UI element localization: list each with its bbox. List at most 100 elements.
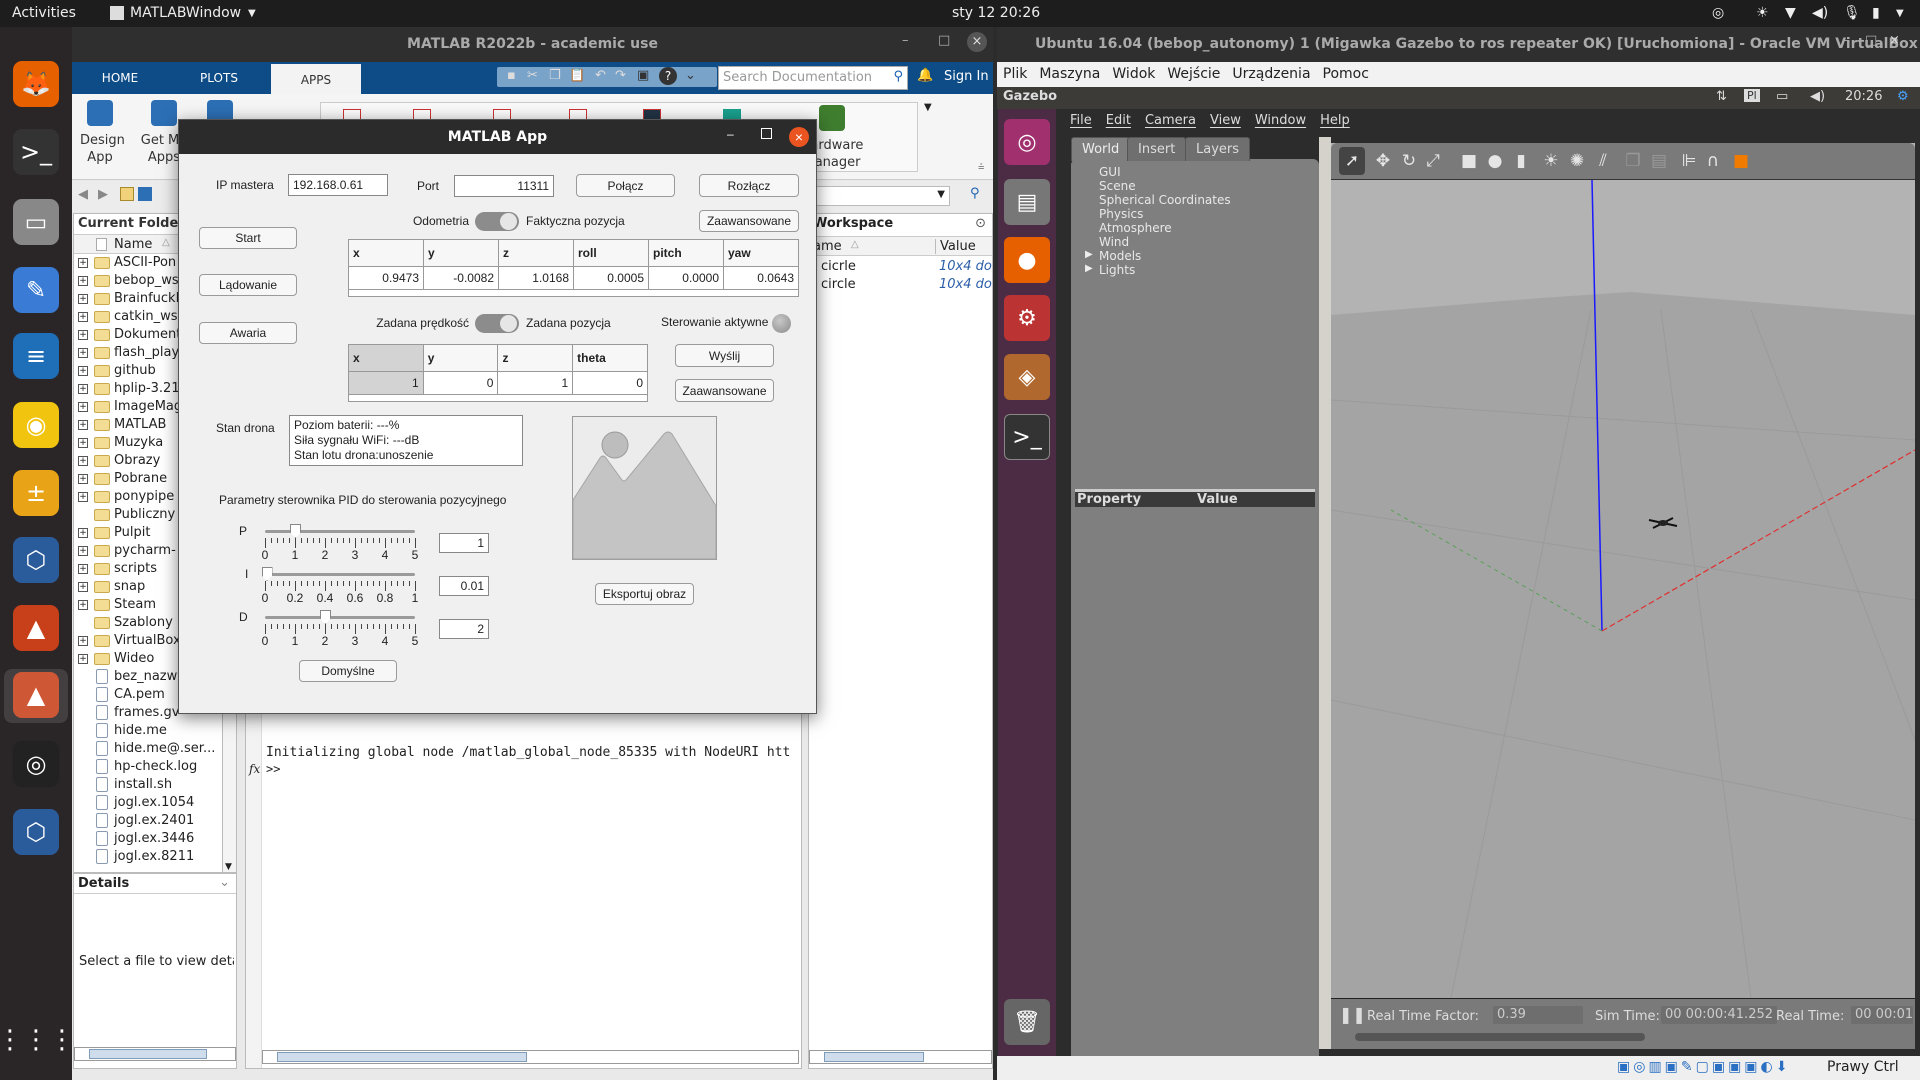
expand-icon[interactable]: + <box>78 420 88 430</box>
file-row[interactable]: hide.me@.ser... <box>74 740 222 758</box>
ws-value-column[interactable]: Value <box>935 239 976 254</box>
trash-icon[interactable]: 🗑 <box>1004 999 1050 1045</box>
table-cell[interactable]: 0.0000 <box>648 266 724 290</box>
calculator-icon[interactable]: ± <box>13 470 59 516</box>
emergency-button[interactable]: Awaria <box>199 322 297 344</box>
slider-value-field[interactable]: 1 <box>439 533 489 553</box>
writer-icon[interactable]: ≡ <box>13 333 59 379</box>
activities-button[interactable]: Activities <box>12 5 76 21</box>
rhythmbox-icon[interactable]: ◉ <box>13 402 59 448</box>
table-column-header[interactable]: y <box>422 344 499 372</box>
tree-item[interactable]: GUI <box>1099 165 1121 179</box>
expand-icon[interactable]: + <box>78 312 88 322</box>
workspace-row[interactable]: cicrle 10x4 do <box>809 258 992 276</box>
drone-status-textarea[interactable]: Poziom baterii: ---% Siła sygnału WiFi: … <box>289 415 523 466</box>
sphere-shape-icon[interactable]: ● <box>1485 151 1505 171</box>
guest-clock[interactable]: 20:26 <box>1845 89 1882 104</box>
expand-icon[interactable]: + <box>78 600 88 610</box>
translate-mode-icon[interactable]: ✥ <box>1373 151 1393 171</box>
address-dropdown-icon[interactable]: ▼ <box>937 189 945 200</box>
obs-icon[interactable]: ◎ <box>13 741 59 787</box>
undo-icon[interactable]: ↶ <box>595 68 606 83</box>
panel-splitter[interactable] <box>1319 137 1331 1049</box>
redo-icon[interactable]: ↷ <box>615 68 626 83</box>
slider-value-field[interactable]: 0.01 <box>439 576 489 596</box>
advanced-setpoint-button[interactable]: Zaawansowane <box>675 379 774 402</box>
up-folder-icon[interactable] <box>120 187 134 201</box>
file-row[interactable]: hide.me <box>74 722 222 740</box>
file-row[interactable]: hp-check.log <box>74 758 222 776</box>
battery-icon[interactable]: ▮ <box>1872 5 1880 21</box>
tree-item[interactable]: Spherical Coordinates <box>1099 193 1231 207</box>
table-column-header[interactable]: pitch <box>648 239 724 267</box>
expand-icon[interactable]: + <box>78 276 88 286</box>
menu-pomoc[interactable]: Pomoc <box>1323 66 1369 82</box>
tree-item[interactable]: Scene <box>1099 179 1136 193</box>
expand-icon[interactable]: + <box>78 456 88 466</box>
firefox-icon[interactable]: 🦊 <box>13 61 59 107</box>
tab-layers[interactable]: Layers <box>1185 137 1251 161</box>
defaults-button[interactable]: Domyślne <box>299 660 397 682</box>
expand-arrow-icon[interactable]: ▶ <box>1085 249 1093 260</box>
expand-icon[interactable]: + <box>78 438 88 448</box>
expand-icon[interactable]: + <box>78 258 88 268</box>
expand-icon[interactable]: + <box>78 528 88 538</box>
battery-icon[interactable]: ▭ <box>1776 89 1788 104</box>
copy-icon[interactable]: ❐ <box>549 68 561 83</box>
network-icon[interactable]: ⇅ <box>1716 89 1727 104</box>
tree-item[interactable]: Models <box>1099 249 1141 263</box>
table-cell[interactable]: 1.0168 <box>498 266 574 290</box>
expand-arrow-icon[interactable]: ▶ <box>1085 263 1093 274</box>
workspace-horizontal-scrollbar[interactable] <box>809 1050 992 1064</box>
rotate-mode-icon[interactable]: ↻ <box>1399 151 1419 171</box>
scroll-down-icon[interactable]: ▼ <box>225 862 232 872</box>
directional-light-icon[interactable]: ⫽ <box>1593 151 1613 171</box>
menu-view[interactable]: View <box>1210 113 1241 128</box>
collapse-toolstrip-icon[interactable]: ⩮ <box>978 160 984 174</box>
volume-icon[interactable]: ◀) <box>1812 5 1828 21</box>
tab-home[interactable]: HOME <box>72 62 168 94</box>
menu-camera[interactable]: Camera <box>1145 113 1196 128</box>
details-collapse-icon[interactable]: ⌄ <box>219 875 230 890</box>
point-light-icon[interactable]: ☀ <box>1541 151 1561 171</box>
copy-icon[interactable]: ❐ <box>1623 151 1643 171</box>
slider-track[interactable] <box>265 616 415 619</box>
table-column-header[interactable]: yaw <box>723 239 799 267</box>
view-angle-icon[interactable]: ■ <box>1731 151 1751 171</box>
app-menu[interactable]: MATLABWindow <box>130 5 241 21</box>
settings-icon[interactable]: ⚙ <box>1897 89 1909 104</box>
ip-input[interactable]: 192.168.0.61 <box>288 174 388 196</box>
table-column-header[interactable]: theta <box>572 344 648 372</box>
snap-icon[interactable]: ∩ <box>1703 151 1723 171</box>
table-cell[interactable]: -0.0082 <box>423 266 499 290</box>
pause-icon[interactable]: ❚❚ <box>1339 1005 1366 1024</box>
minimize-icon[interactable]: – <box>902 33 909 48</box>
advanced-button[interactable]: Zaawansowane <box>699 210 799 232</box>
expand-icon[interactable]: + <box>78 636 88 646</box>
disconnect-button[interactable]: Rozłącz <box>699 174 799 197</box>
slider-track[interactable] <box>265 530 415 533</box>
expand-icon[interactable]: + <box>78 384 88 394</box>
expand-icon[interactable]: + <box>78 402 88 412</box>
file-row[interactable]: jogl.ex.8211 <box>74 848 222 866</box>
tab-world[interactable]: World <box>1071 137 1131 161</box>
menu-widok[interactable]: Widok <box>1112 66 1155 82</box>
dialog-maximize-icon[interactable] <box>761 128 772 139</box>
table-column-header[interactable]: x <box>348 239 424 267</box>
search-icon[interactable]: ⚲ <box>893 69 903 84</box>
file-row[interactable]: install.sh <box>74 776 222 794</box>
name-column-header[interactable]: Name <box>114 237 152 252</box>
expand-icon[interactable]: + <box>78 330 88 340</box>
vbox-minimize-icon[interactable]: – <box>1842 33 1849 48</box>
table-column-header[interactable]: roll <box>573 239 649 267</box>
search-documentation-input[interactable]: Search Documentation ⚲ <box>718 66 908 90</box>
quick-access-menu-icon[interactable]: ⌄ <box>685 68 696 83</box>
search-folder-icon[interactable]: ⚲ <box>970 186 980 201</box>
table-column-header[interactable]: x <box>348 344 424 372</box>
table-cell[interactable]: 0.9473 <box>348 266 424 290</box>
expand-icon[interactable]: + <box>78 294 88 304</box>
forward-icon[interactable]: ▶ <box>98 187 108 202</box>
tree-item[interactable]: Lights <box>1099 263 1135 277</box>
tree-item[interactable]: Physics <box>1099 207 1143 221</box>
slider-value-field[interactable]: 2 <box>439 619 489 639</box>
